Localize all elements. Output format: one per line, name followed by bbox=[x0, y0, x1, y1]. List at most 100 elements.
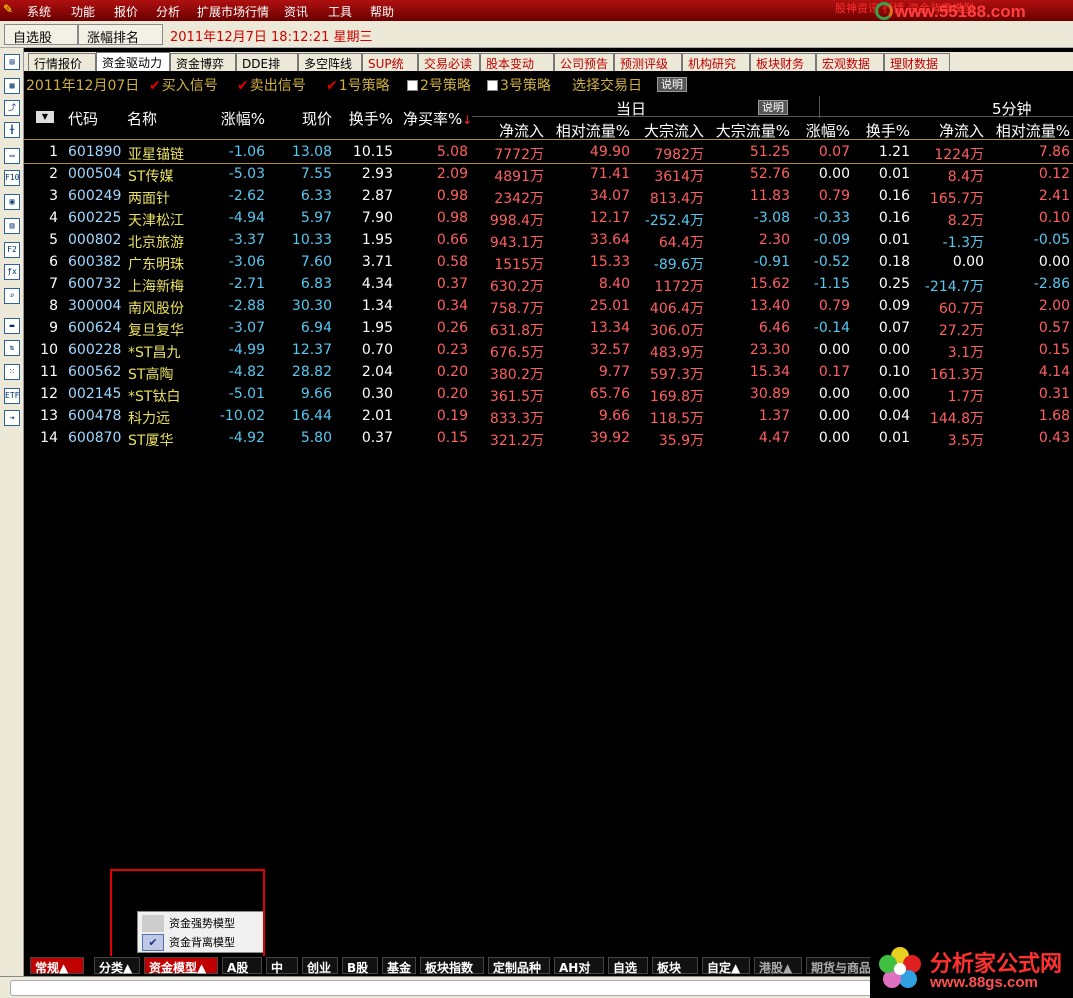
folder-icon[interactable]: ▬ bbox=[4, 318, 20, 334]
kline-icon[interactable]: ╫ bbox=[4, 122, 20, 138]
table-row[interactable]: 6 600382 广东明珠 -3.06 7.60 3.71 0.58 1515万 15.33 -8… bbox=[24, 252, 1073, 274]
bottom-tab-13[interactable]: 自定▲ bbox=[702, 957, 750, 975]
table-icon[interactable]: ▦ bbox=[4, 78, 20, 94]
cell-change: -1.06 bbox=[228, 144, 265, 160]
col-code[interactable]: 代码 bbox=[68, 108, 98, 129]
col-block-flow[interactable]: 大宗流量% bbox=[708, 120, 790, 141]
tab-3[interactable]: DDE排名 bbox=[236, 53, 298, 88]
table-row[interactable]: 14 600870 ST厦华 -4.92 5.80 0.37 0.15 321.2万 39.92… bbox=[24, 428, 1073, 450]
table-row[interactable]: 3 600249 两面针 -2.62 6.33 2.87 0.98 2342万 34.07 813… bbox=[24, 186, 1073, 208]
menu-quote[interactable]: 报价 bbox=[114, 3, 138, 20]
menu-tools[interactable]: 工具 bbox=[328, 3, 352, 20]
bottom-tab-10[interactable]: AH对照 bbox=[554, 957, 604, 992]
cell-5m-turnover: 0.10 bbox=[878, 364, 910, 380]
bottom-tab-8[interactable]: 板块指数 bbox=[420, 957, 484, 975]
menu-extended-market[interactable]: 扩展市场行情 bbox=[197, 3, 269, 20]
watchlist-button[interactable]: 自选股 bbox=[4, 24, 78, 46]
report-icon[interactable]: ▣ bbox=[4, 194, 20, 210]
sell-signal-toggle[interactable]: ✔卖出信号 bbox=[237, 75, 306, 95]
table-row[interactable]: 12 002145 *ST钛白 -5.01 9.66 0.30 0.20 361.5万 65.7… bbox=[24, 384, 1073, 406]
cell-price: 6.83 bbox=[300, 276, 332, 292]
tab-13[interactable]: 理财数据 bbox=[884, 53, 950, 71]
tab-6[interactable]: 交易必读 bbox=[418, 53, 480, 71]
col-block-inflow[interactable]: 大宗流入 bbox=[634, 120, 704, 141]
f2-icon[interactable]: F2 bbox=[4, 242, 20, 258]
table-row[interactable]: 13 600478 科力远 -10.02 16.44 2.01 0.19 833.3万 9.66… bbox=[24, 406, 1073, 428]
tab-7[interactable]: 股本变动 bbox=[480, 53, 554, 71]
col-netbuy[interactable]: 净买率%↓ bbox=[403, 108, 472, 129]
table-row[interactable]: 5 000802 北京旅游 -3.37 10.33 1.95 0.66 943.1万 33.64… bbox=[24, 230, 1073, 252]
sort-icon[interactable]: ⇅ bbox=[4, 340, 20, 356]
table-row[interactable]: 2 000504 ST传媒 -5.03 7.55 2.93 2.09 4891万 71.41 36… bbox=[24, 164, 1073, 186]
table-row[interactable]: 7 600732 上海新梅 -2.71 6.83 4.34 0.37 630.2万 8.40 11… bbox=[24, 274, 1073, 296]
col-5m-turnover[interactable]: 换手% bbox=[854, 120, 910, 141]
f10-icon[interactable]: F10 bbox=[4, 170, 20, 186]
tab-0[interactable]: 行情报价 bbox=[28, 53, 96, 71]
menu-news[interactable]: 资讯 bbox=[284, 3, 308, 20]
tab-1[interactable]: 资金驱动力 bbox=[96, 52, 170, 71]
column-menu-dropdown-icon[interactable]: ▼ bbox=[36, 111, 54, 123]
cell-net-inflow: 2342万 bbox=[494, 191, 544, 207]
news-icon[interactable]: ▥ bbox=[4, 218, 20, 234]
tab-9[interactable]: 预测评级 bbox=[614, 53, 682, 71]
bottom-tab-1[interactable]: 分类▲ bbox=[94, 957, 140, 975]
bottom-tab-0[interactable]: 常规▲ bbox=[30, 957, 84, 975]
col-price[interactable]: 现价 bbox=[274, 108, 332, 129]
filter-help-button[interactable]: 说明 bbox=[657, 77, 687, 92]
bottom-tab-9[interactable]: 定制品种 bbox=[488, 957, 550, 975]
menu-help[interactable]: 帮助 bbox=[370, 3, 394, 20]
bottom-tab-6[interactable]: B股 bbox=[342, 957, 378, 975]
choose-trade-day[interactable]: 选择交易日 bbox=[572, 75, 642, 95]
bottom-tab-7[interactable]: 基金 bbox=[382, 957, 416, 975]
col-rel-flow[interactable]: 相对流量% bbox=[548, 120, 630, 141]
cell-block-inflow: 306.0万 bbox=[649, 323, 704, 339]
bottom-tab-14[interactable]: 港股▲ bbox=[754, 957, 802, 975]
col-change[interactable]: 涨幅% bbox=[209, 108, 265, 129]
etf-icon[interactable]: ETF bbox=[4, 388, 20, 404]
search-icon[interactable]: ⌕ bbox=[4, 288, 20, 304]
col-net-inflow[interactable]: 净流入 bbox=[472, 120, 544, 141]
gain-ranking-button[interactable]: 涨幅排名 bbox=[78, 24, 163, 46]
tab-2[interactable]: 资金博弈 bbox=[170, 53, 236, 71]
bottom-tab-11[interactable]: 自选 bbox=[608, 957, 648, 975]
tab-4[interactable]: 多空阵线 bbox=[298, 53, 362, 71]
line-chart-icon[interactable]: ⤴ bbox=[4, 100, 20, 116]
col-5m-change[interactable]: 涨幅% bbox=[794, 120, 850, 141]
table-row[interactable]: 4 600225 天津松江 -4.94 5.97 7.90 0.98 998.4万 12.17-… bbox=[24, 208, 1073, 230]
menu-function[interactable]: 功能 bbox=[71, 3, 95, 20]
exit-icon[interactable]: ⇥ bbox=[4, 410, 20, 426]
formula-icon[interactable]: ƒx bbox=[4, 264, 20, 280]
strategy2-checkbox[interactable]: 2号策略 bbox=[407, 75, 471, 95]
bottom-tab-3[interactable]: A股 bbox=[222, 957, 262, 975]
strategy3-checkbox[interactable]: 3号策略 bbox=[487, 75, 551, 95]
table-row[interactable]: 11 600562 ST高陶 -4.82 28.82 2.04 0.20 380.2万 9.77… bbox=[24, 362, 1073, 384]
grid-icon[interactable]: ▤ bbox=[4, 54, 20, 70]
col-turnover[interactable]: 换手% bbox=[336, 108, 393, 129]
tab-5[interactable]: SUP统计 bbox=[362, 53, 418, 88]
table-row[interactable]: 8 300004 南风股份 -2.88 30.30 1.34 0.34 758.7万 25.01… bbox=[24, 296, 1073, 318]
menu-analysis[interactable]: 分析 bbox=[156, 3, 180, 20]
col-5m-rel-flow[interactable]: 相对流量% bbox=[986, 120, 1070, 141]
col-name[interactable]: 名称 bbox=[127, 108, 157, 129]
cell-net-inflow: 1515万 bbox=[494, 257, 544, 273]
tab-8[interactable]: 公司预告 bbox=[554, 53, 614, 71]
bottom-tab-15[interactable]: 期货与商品 bbox=[806, 957, 876, 975]
list-icon[interactable]: ▭ bbox=[4, 148, 20, 164]
buy-signal-toggle[interactable]: ✔买入信号 bbox=[149, 75, 218, 95]
left-toolbar: ▤ ▦ ⤴ ╫ ▭ F10 ▣ ▥ F2 ƒx ⌕ ▬ ⇅ ⁙ ETF ⇥ bbox=[0, 48, 24, 998]
bottom-tab-5[interactable]: 创业 bbox=[302, 957, 338, 975]
tab-10[interactable]: 机构研究 bbox=[682, 53, 750, 71]
strategy1-toggle[interactable]: ✔1号策略 bbox=[326, 75, 390, 95]
dice-icon[interactable]: ⁙ bbox=[4, 364, 20, 380]
col-5m-net-inflow[interactable]: 净流入 bbox=[914, 120, 984, 141]
bottom-tab-2[interactable]: 资金模型▲ bbox=[144, 957, 218, 975]
menu-system[interactable]: 系统 bbox=[27, 3, 51, 20]
table-row[interactable]: 9 600624 复旦复华 -3.07 6.94 1.95 0.26 631.8万 13.34 3… bbox=[24, 318, 1073, 340]
bottom-tab-12[interactable]: 板块 bbox=[652, 957, 698, 975]
table-row[interactable]: 1 601890 亚星锚链 -1.06 13.08 10.15 5.08 7772万 49.90… bbox=[24, 142, 1073, 164]
tab-11[interactable]: 板块财务 bbox=[750, 53, 816, 71]
bottom-tab-4[interactable]: 中小 bbox=[266, 957, 298, 992]
table-row[interactable]: 10 600228 *ST昌九 -4.99 12.37 0.70 0.23 676.5万 32.… bbox=[24, 340, 1073, 362]
tab-12[interactable]: 宏观数据 bbox=[816, 53, 884, 71]
row-index: 12 bbox=[40, 386, 58, 402]
